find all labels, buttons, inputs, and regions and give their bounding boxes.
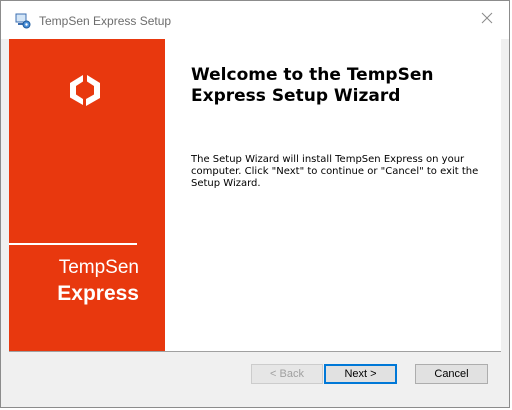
title-bar[interactable]: TempSen Express Setup xyxy=(1,1,509,39)
hexagon-logo-icon xyxy=(67,72,103,108)
window-title: TempSen Express Setup xyxy=(39,14,172,28)
setup-window: TempSen Express Setup TempSen Express We… xyxy=(0,0,510,408)
brand-product: Express xyxy=(57,282,139,305)
cancel-button[interactable]: Cancel xyxy=(415,364,488,384)
installer-icon xyxy=(15,13,31,29)
close-button[interactable] xyxy=(465,1,509,39)
footer-divider xyxy=(9,351,501,352)
close-icon xyxy=(481,11,493,29)
banner-divider xyxy=(9,243,137,245)
description-text: The Setup Wizard will install TempSen Ex… xyxy=(191,154,479,189)
back-button[interactable]: < Back xyxy=(251,364,323,384)
wizard-content: TempSen Express Welcome to the TempSen E… xyxy=(9,39,501,351)
next-button[interactable]: Next > xyxy=(324,364,397,384)
brand-banner: TempSen Express xyxy=(9,39,165,351)
page-title: Welcome to the TempSen Express Setup Wiz… xyxy=(191,65,434,106)
brand-name: TempSen xyxy=(58,257,139,278)
